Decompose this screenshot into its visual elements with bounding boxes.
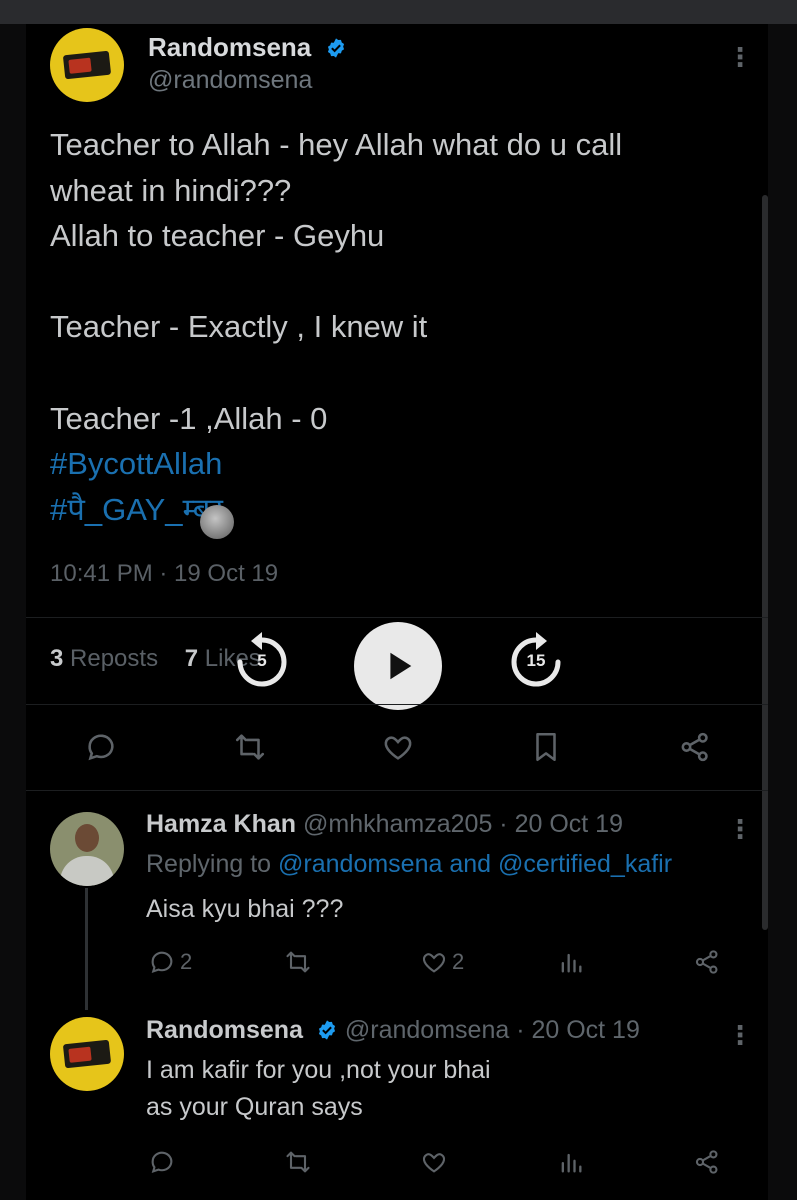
mention-link[interactable]: @certified_kafir [498,850,672,878]
scrollbar[interactable] [762,195,768,930]
repost-button[interactable] [284,948,312,976]
like-icon [384,736,412,760]
analytics-button[interactable] [557,948,585,976]
reply-button[interactable]: 2 [148,948,192,976]
reply-icon [88,734,114,761]
divider [26,704,768,705]
tweet-line: Teacher -1 ,Allah - 0 [50,400,328,436]
reply-icon [151,1151,173,1173]
replying-to: Replying to @randomsena and @certified_k… [146,850,673,878]
analytics-icon [561,1153,582,1173]
author-display-name[interactable]: Randomsena [148,32,311,62]
reply-author-row[interactable]: Randomsena @randomsena · 20 Oct 19 [146,1016,640,1045]
thread-connector [85,888,88,1010]
verified-icon [318,1020,336,1040]
like-button[interactable] [420,1148,448,1176]
tweet-line: Teacher - Exactly , I knew it [50,309,428,345]
reply-icon [151,951,173,973]
share-button[interactable] [675,727,715,767]
like-icon [422,1153,446,1173]
reply-text-line: as your Quran says [146,1093,363,1121]
reply-button[interactable] [148,1148,176,1176]
repost-button[interactable] [230,727,270,767]
share-icon [695,950,718,974]
rewind-button[interactable]: 5 [232,632,292,692]
reply-text: Aisa kyu bhai ??? [146,895,344,923]
divider [26,617,768,618]
reply-button[interactable] [81,727,121,767]
forward-seconds: 15 [526,651,546,670]
rewind-seconds: 5 [257,651,267,670]
bookmark-icon [536,732,556,762]
author-handle[interactable]: @randomsena [148,66,312,95]
reply-author-name[interactable]: Hamza Khan [146,810,296,838]
like-count: 2 [452,949,465,974]
play-button[interactable] [354,622,442,710]
divider [26,790,768,791]
tweet-line: Allah to teacher - Geyhu [50,218,385,254]
randomsena-avatar[interactable] [50,28,124,102]
repost-icon [286,1151,310,1173]
more-icon[interactable]: ⋮ [727,1022,753,1048]
more-icon[interactable]: ⋮ [727,44,753,70]
tweet-line [50,350,750,396]
share-button[interactable] [693,1148,721,1176]
tweet-line [50,259,750,305]
repost-button[interactable] [284,1148,312,1176]
reply-meta[interactable]: @randomsena · 20 Oct 19 [345,1016,640,1044]
hamza-khan-avatar[interactable] [50,812,124,886]
share-icon [695,1150,718,1174]
author-name-row[interactable]: Randomsena [148,32,347,63]
video-scrubber-handle[interactable] [200,505,234,539]
reply-author-row[interactable]: Hamza Khan @mhkhamza205 · 20 Oct 19 [146,810,623,839]
forward-button[interactable]: 15 [506,632,566,692]
randomsena-avatar[interactable] [50,1017,124,1091]
hashtag-link[interactable]: #पै_GAY_म्बर [50,487,750,533]
like-button[interactable] [378,727,418,767]
reply-meta[interactable]: @mhkhamza205 · 20 Oct 19 [303,810,623,838]
reply-text: I am kafir for you ,not your bhai as you… [146,1052,491,1126]
mention-link[interactable]: @randomsena [278,850,442,878]
repost-icon [235,734,265,760]
share-button[interactable] [693,948,721,976]
more-icon[interactable]: ⋮ [727,816,753,842]
tweet-line: Teacher to Allah - hey Allah what do u c… [50,127,623,162]
reply-author-name[interactable]: Randomsena [146,1016,303,1044]
hashtag-link[interactable]: #BycottAllah [50,441,750,487]
analytics-button[interactable] [557,1148,585,1176]
reply-count: 2 [180,949,193,974]
verified-icon [327,38,344,58]
tweet-body: Teacher to Allah - hey Allah what do u c… [50,122,750,532]
top-bar [0,0,797,24]
engagement-stats: 3 Reposts 7 Likes [50,645,261,673]
analytics-icon [561,953,582,973]
reply-text-line: I am kafir for you ,not your bhai [146,1056,491,1084]
bookmark-button[interactable] [526,727,566,767]
play-icon [390,652,412,680]
like-icon [422,953,446,973]
share-icon [681,732,708,762]
reposts-stat[interactable]: 3 Reposts [50,645,158,672]
repost-icon [286,951,310,973]
tweet-line: wheat in hindi??? [50,172,292,208]
like-button[interactable]: 2 [420,948,464,976]
tweet-timestamp[interactable]: 10:41 PM · 19 Oct 19 [50,560,278,588]
